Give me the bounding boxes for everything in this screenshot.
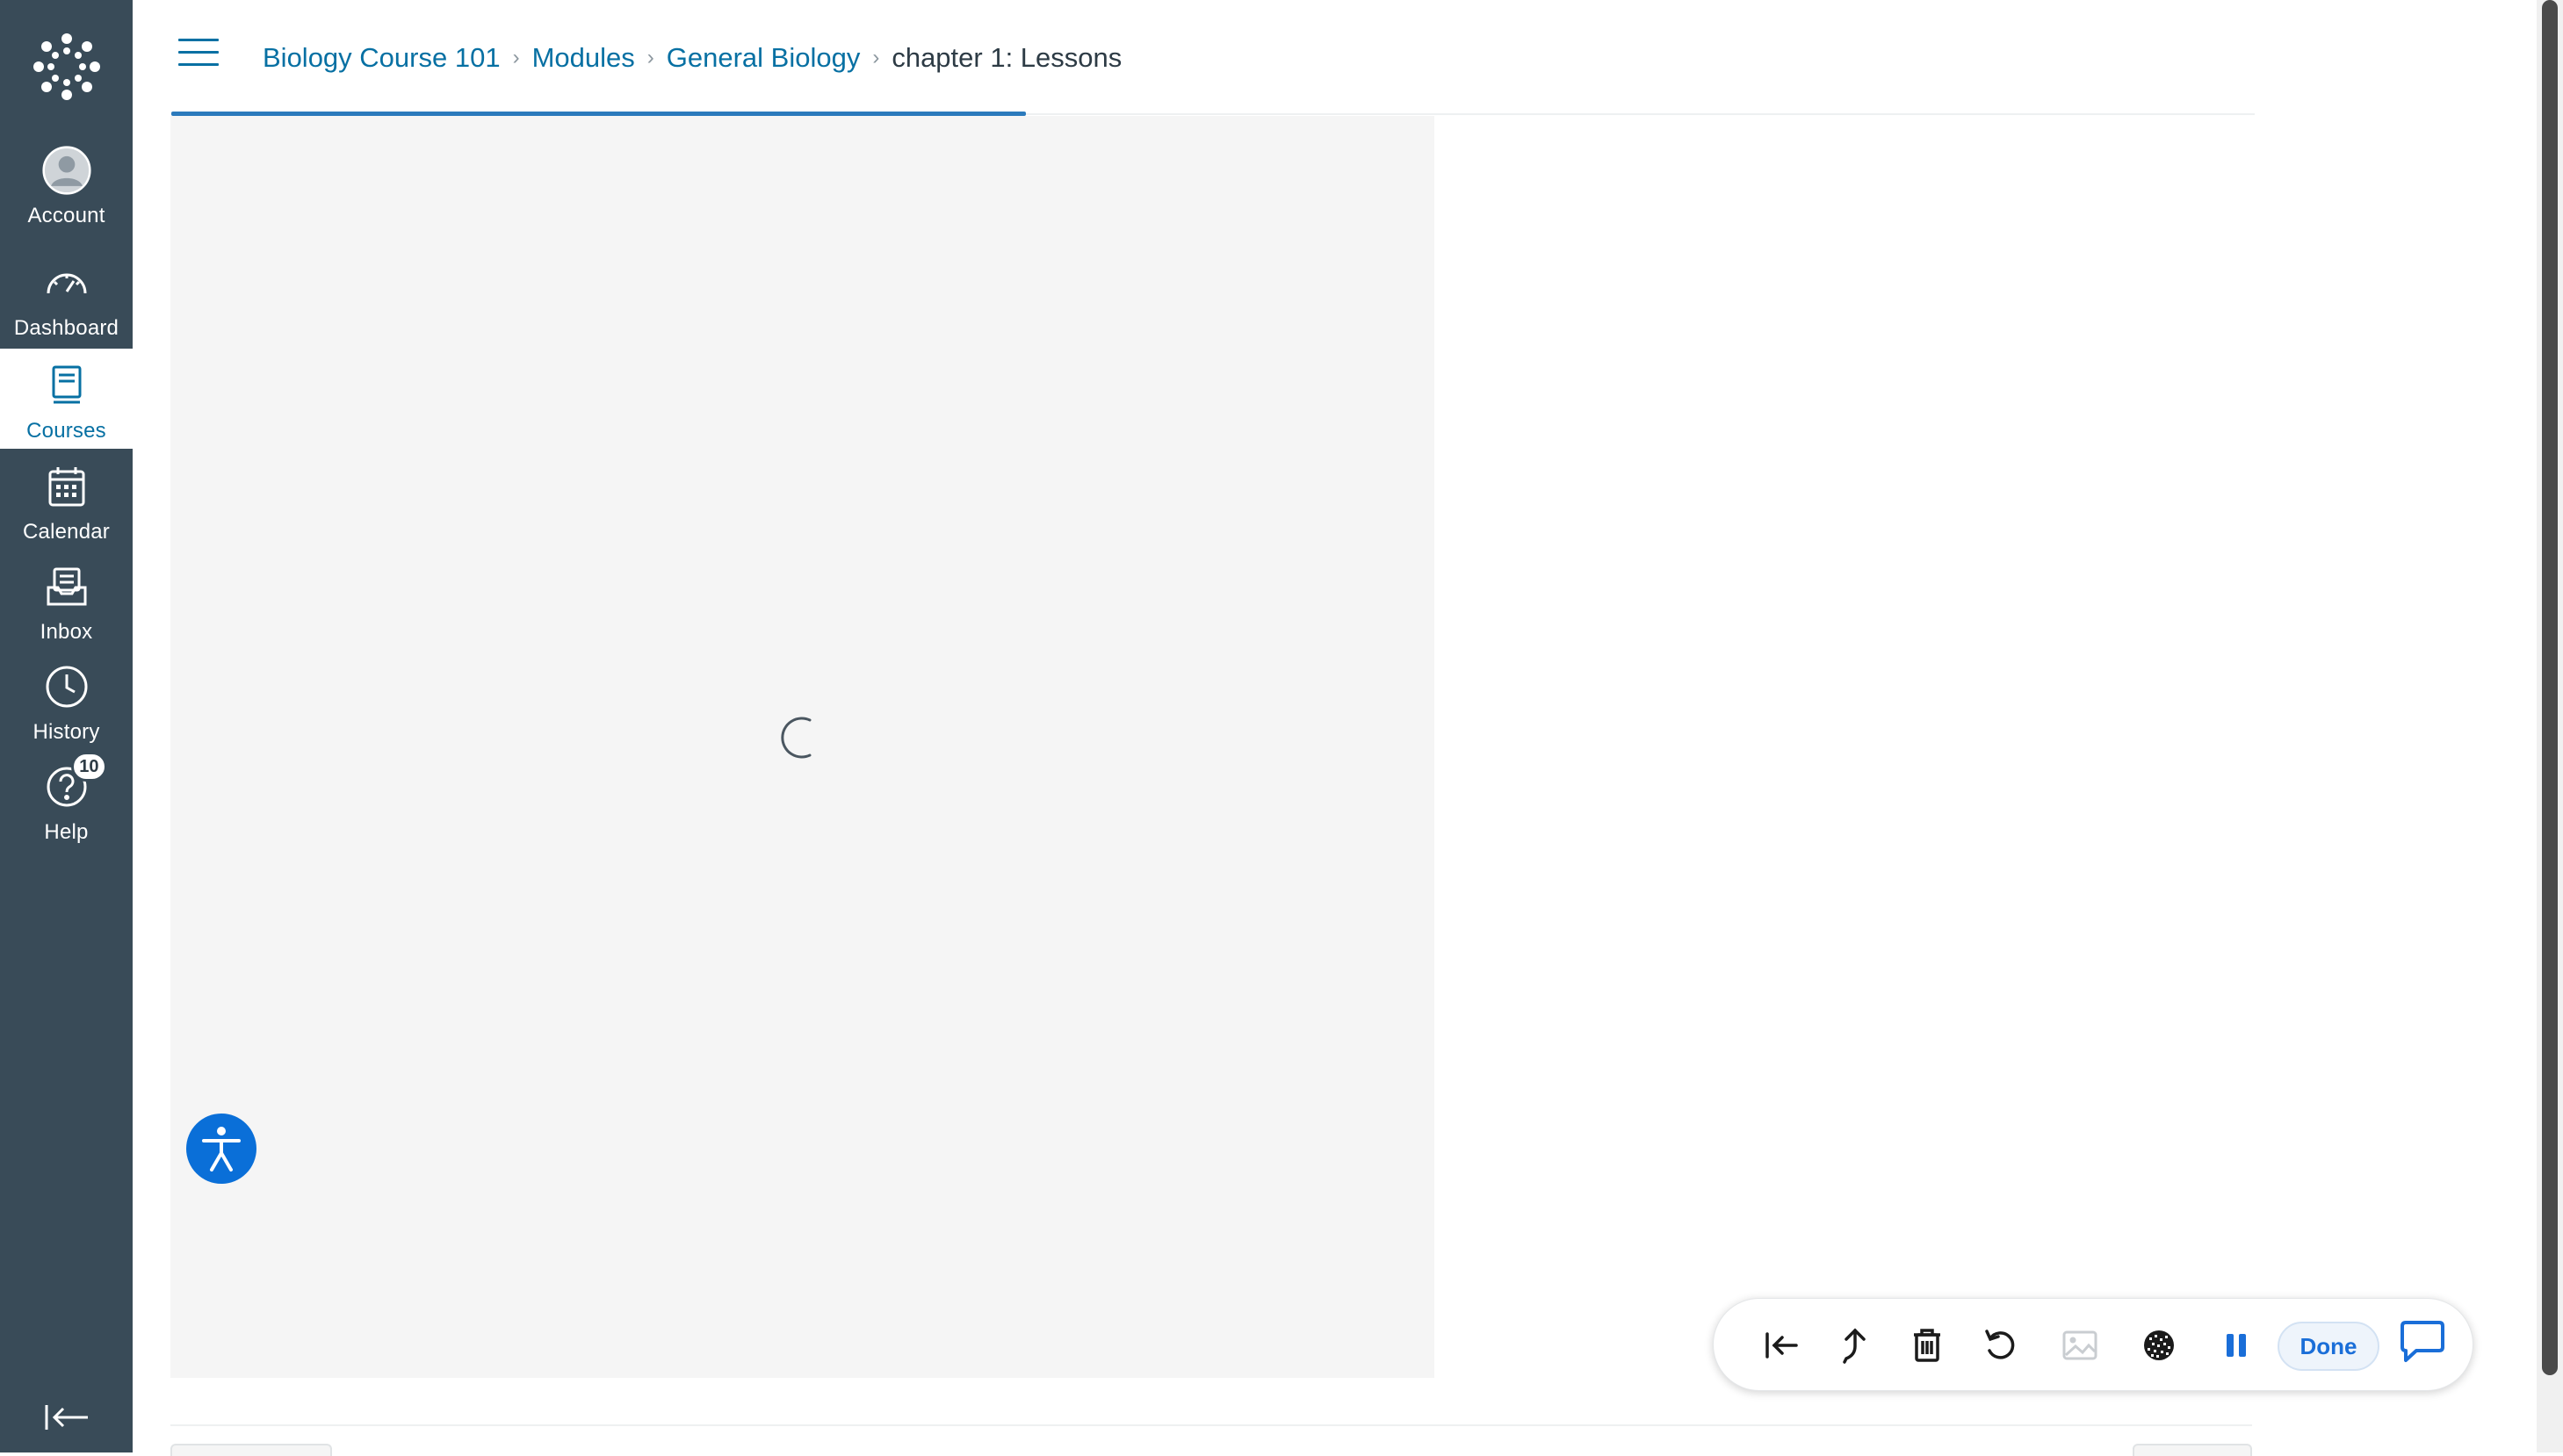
course-menu-button[interactable] — [178, 39, 219, 74]
help-icon: 10 — [42, 752, 107, 811]
breadcrumb-module[interactable]: General Biology — [667, 42, 861, 74]
breadcrumb-current: chapter 1: Lessons — [892, 42, 1123, 73]
nav-label-courses: Courses — [26, 419, 106, 443]
canvas-logo-icon — [32, 33, 100, 100]
nav-item-calendar[interactable]: Calendar — [0, 450, 133, 550]
hamburger-line — [178, 51, 219, 54]
nav-item-history[interactable]: History — [0, 650, 133, 750]
delete-button[interactable] — [1902, 1320, 1953, 1371]
collapse-nav-button[interactable] — [0, 1382, 133, 1452]
content-frame — [170, 116, 1434, 1378]
image-icon — [2062, 1330, 2097, 1360]
loading-spinner-icon — [781, 717, 812, 759]
done-button[interactable]: Done — [2278, 1322, 2379, 1371]
collapse-arrow-icon — [45, 1405, 88, 1430]
previous-button[interactable] — [170, 1444, 332, 1456]
chevron-right-icon: › — [512, 46, 520, 69]
breadcrumb: Biology Course 101 › Modules › General B… — [263, 39, 1122, 77]
rewind-start-button[interactable] — [1756, 1320, 1807, 1371]
rewind-start-icon — [1765, 1332, 1798, 1359]
breadcrumb-modules[interactable]: Modules — [532, 42, 635, 74]
chat-icon — [2401, 1321, 2444, 1362]
reset-button[interactable] — [1975, 1320, 2026, 1371]
nav-label-account: Account — [27, 204, 105, 227]
chat-button[interactable] — [2397, 1316, 2448, 1367]
global-nav: Account Dashboard Courses Calendar Inbox… — [0, 0, 133, 1452]
nav-label-help: Help — [44, 820, 89, 844]
next-button[interactable] — [2133, 1444, 2252, 1456]
avatar-icon — [41, 146, 91, 195]
trash-icon — [1914, 1329, 1940, 1362]
nav-label-inbox: Inbox — [40, 620, 93, 644]
accessibility-button[interactable] — [186, 1114, 256, 1184]
accessibility-icon — [202, 1127, 241, 1171]
noise-button[interactable] — [2133, 1320, 2184, 1371]
inbox-icon — [42, 562, 91, 611]
nav-item-courses[interactable]: Courses — [0, 349, 133, 449]
canvas-logo[interactable] — [0, 0, 133, 133]
footer-divider — [170, 1424, 2252, 1426]
courses-icon — [42, 361, 91, 410]
nav-item-help[interactable]: 10 Help — [0, 750, 133, 850]
undo-arrow-button[interactable] — [1828, 1320, 1879, 1371]
chevron-right-icon: › — [872, 46, 880, 69]
undo-arrow-icon — [1843, 1328, 1866, 1364]
nav-label-history: History — [32, 720, 100, 744]
noise-icon — [2144, 1330, 2174, 1360]
dashboard-icon — [42, 258, 91, 307]
image-button[interactable] — [2054, 1320, 2105, 1371]
hamburger-line — [178, 39, 219, 41]
nav-label-calendar: Calendar — [23, 520, 110, 544]
scrollbar-thumb[interactable] — [2542, 0, 2558, 1375]
nav-item-inbox[interactable]: Inbox — [0, 550, 133, 650]
chevron-right-icon: › — [646, 46, 654, 69]
clock-icon — [42, 662, 91, 711]
nav-item-dashboard[interactable]: Dashboard — [0, 246, 133, 346]
breadcrumb-course[interactable]: Biology Course 101 — [263, 42, 501, 74]
hamburger-line — [178, 63, 219, 66]
help-badge: 10 — [71, 752, 107, 782]
floating-toolbar: Done — [1713, 1298, 2473, 1391]
page-header: Biology Course 101 › Modules › General B… — [133, 0, 2537, 116]
nav-item-account[interactable]: Account — [0, 133, 133, 234]
pause-button[interactable] — [2211, 1320, 2262, 1371]
rotate-icon — [1985, 1330, 2015, 1359]
calendar-icon — [42, 462, 91, 511]
pause-icon — [2227, 1334, 2246, 1357]
nav-label-dashboard: Dashboard — [13, 316, 119, 340]
